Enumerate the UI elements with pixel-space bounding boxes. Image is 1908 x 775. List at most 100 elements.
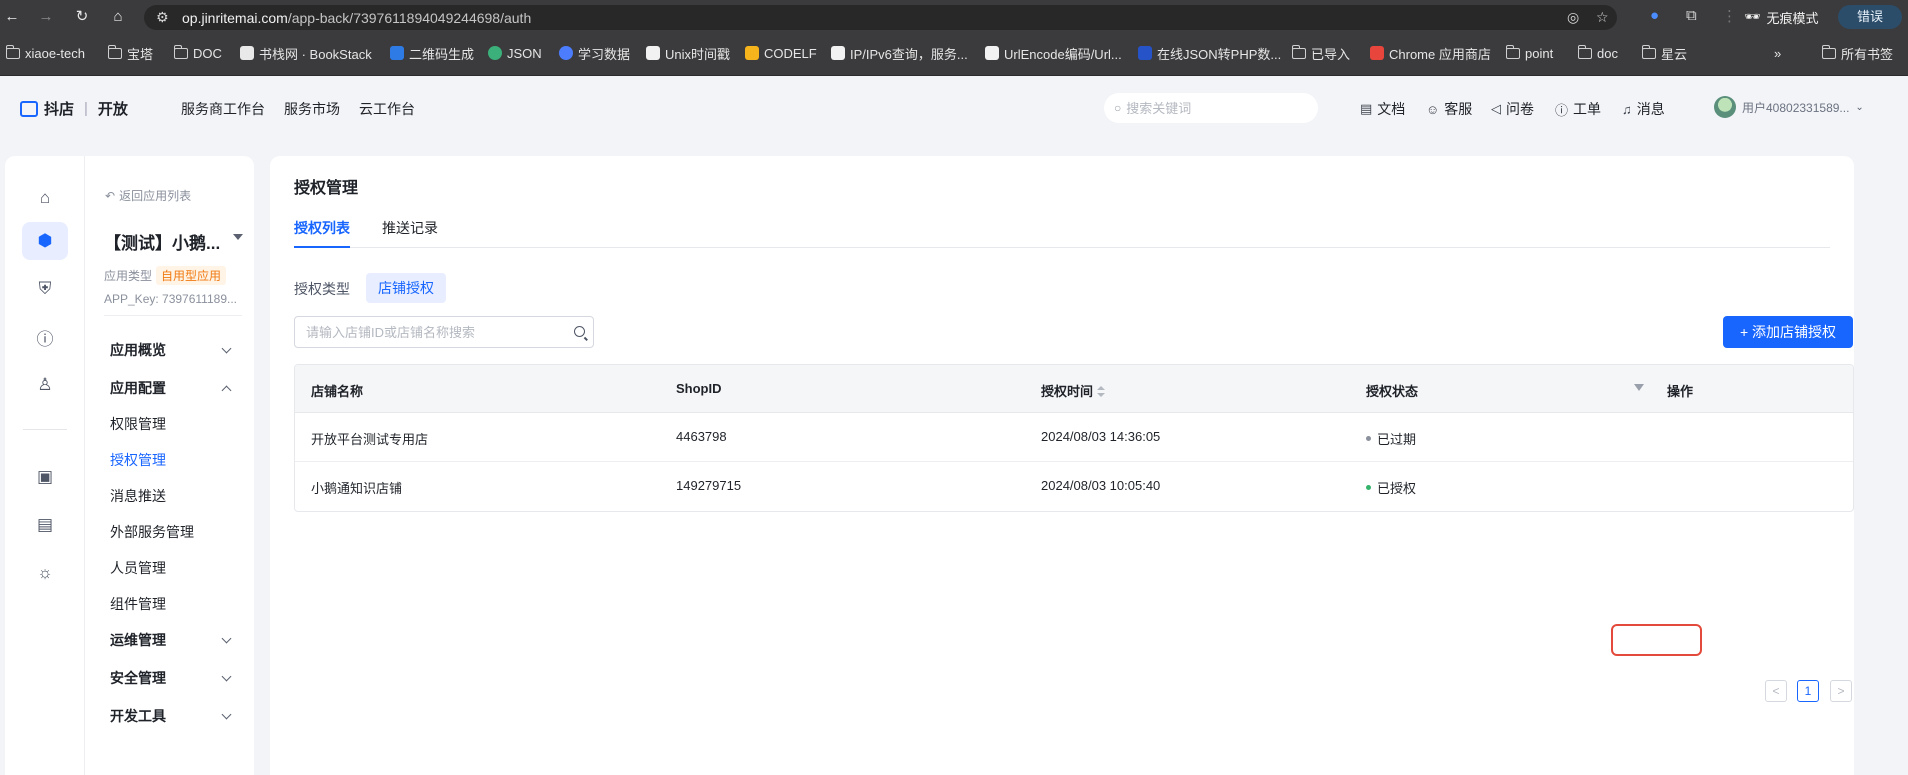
shop-search[interactable]: [294, 316, 594, 348]
bookmark-item[interactable]: UrlEncode编码/Url...: [985, 44, 1122, 62]
folder-icon: [174, 44, 188, 59]
bookmark-item[interactable]: 在线JSON转PHP数...: [1138, 44, 1281, 62]
brand-logo[interactable]: 抖店 | 开放: [20, 98, 128, 119]
eye-off-icon[interactable]: ◎: [1567, 9, 1579, 26]
bookmark-item[interactable]: CODELF: [745, 44, 817, 62]
puzzle-icon[interactable]: ⧉: [1686, 7, 1697, 24]
pagination-next[interactable]: >: [1830, 680, 1852, 702]
return-icon: ↶: [105, 188, 116, 203]
menu-item-personnel[interactable]: 人员管理: [110, 558, 166, 578]
add-shop-auth-button[interactable]: + 添加店铺授权: [1723, 316, 1853, 348]
extension-icon[interactable]: ●: [1650, 7, 1659, 24]
address-bar[interactable]: ⚙ op.jinritemai.com/app-back/73976118940…: [144, 5, 1617, 30]
app-name[interactable]: 【测试】小鹅...: [104, 229, 220, 254]
app-menu: ↶ 返回应用列表 【测试】小鹅... 应用类型 自用型应用 APP_Key: 73…: [85, 156, 254, 775]
back-arrow-icon[interactable]: ←: [2, 7, 22, 27]
browser-toolbar: ← → ↻ ⌂ ⚙ op.jinritemai.com/app-back/739…: [0, 0, 1908, 34]
bookstack-icon: [240, 46, 254, 60]
bookmark-item[interactable]: 书栈网 · BookStack: [240, 44, 372, 62]
doudian-logo-icon: [20, 100, 38, 117]
rail-home-icon[interactable]: ⌂: [22, 179, 68, 217]
sidebar: ⌂ ⬢ ⛨ ⓘ ♙ ▣ ▤ ☼ ↶ 返回应用列表 【测试】小鹅... 应用类型自…: [5, 156, 254, 775]
sort-icon[interactable]: [1097, 386, 1106, 398]
menu-group-devtools[interactable]: 开发工具: [110, 706, 236, 726]
header-link-docs[interactable]: ▤ 文档: [1360, 99, 1405, 119]
ticket-icon: ⓘ: [1555, 102, 1569, 118]
rail-finance-icon[interactable]: ⛨: [22, 270, 68, 308]
user-menu[interactable]: 用户40802331589... ⌄: [1714, 96, 1864, 118]
back-to-app-list[interactable]: ↶ 返回应用列表: [105, 187, 191, 204]
bookmark-item[interactable]: JSON: [488, 44, 542, 62]
bookmark-item[interactable]: 学习数据: [559, 44, 630, 62]
header-link-ticket[interactable]: ⓘ 工单: [1555, 99, 1601, 119]
shop-auth-filter[interactable]: 店铺授权: [366, 273, 446, 303]
menu-group-overview[interactable]: 应用概览: [110, 340, 236, 360]
global-search[interactable]: ○: [1104, 93, 1318, 123]
bookmark-item[interactable]: 星云: [1642, 44, 1687, 62]
tab-auth-list[interactable]: 授权列表: [294, 218, 350, 248]
bookmark-item[interactable]: doc: [1578, 44, 1618, 62]
rail-bulb-icon[interactable]: ☼: [22, 554, 68, 592]
header-link-service[interactable]: ☺ 客服: [1426, 99, 1472, 119]
bookmark-item[interactable]: DOC: [174, 44, 222, 62]
menu-group-security[interactable]: 安全管理: [110, 668, 236, 688]
tab-push-records[interactable]: 推送记录: [382, 218, 438, 248]
search-icon[interactable]: [574, 326, 585, 337]
nav-cloud-workbench[interactable]: 云工作台: [359, 99, 415, 119]
global-search-input[interactable]: [1126, 100, 1297, 116]
tab-bar: 授权列表 推送记录: [294, 206, 1830, 248]
nav-service-market[interactable]: 服务市场: [284, 99, 340, 119]
more-bookmarks-icon[interactable]: »: [1774, 44, 1781, 62]
reload-icon[interactable]: ↻: [72, 7, 92, 27]
error-button[interactable]: 错误: [1838, 5, 1902, 29]
bookmark-item[interactable]: Unix时间戳: [646, 44, 730, 62]
header-link-survey[interactable]: ◁ 问卷: [1491, 99, 1534, 119]
bookmark-item[interactable]: IP/IPv6查询，服务...: [831, 44, 968, 62]
rail-document-icon[interactable]: ▤: [22, 506, 68, 544]
bookmark-item[interactable]: 已导入: [1292, 44, 1350, 62]
rail-info-icon[interactable]: ⓘ: [22, 318, 68, 356]
menu-item-authorization[interactable]: 授权管理: [110, 450, 166, 470]
all-bookmarks[interactable]: 所有书签: [1822, 44, 1893, 62]
bookmarks-bar: xiaoe-tech 宝塔 DOC 书栈网 · BookStack 二维码生成 …: [0, 34, 1908, 76]
caret-down-icon[interactable]: [233, 234, 243, 240]
menu-group-config[interactable]: 应用配置: [110, 378, 236, 398]
rail-user-icon[interactable]: ♙: [22, 366, 68, 404]
pagination-page[interactable]: 1: [1797, 680, 1819, 702]
brand-name: 抖店: [44, 101, 75, 118]
menu-item-permissions[interactable]: 权限管理: [110, 414, 166, 434]
bookmark-item[interactable]: 二维码生成: [390, 44, 474, 62]
menu-item-components[interactable]: 组件管理: [110, 594, 166, 614]
chevron-down-icon: [221, 709, 232, 719]
incognito-indicator[interactable]: 🕶 无痕模式: [1736, 4, 1829, 30]
menu-item-message-push[interactable]: 消息推送: [110, 486, 166, 506]
filter-icon[interactable]: [1634, 384, 1644, 391]
menu-group-ops[interactable]: 运维管理: [110, 630, 236, 650]
status-highlight-box: [1611, 624, 1702, 656]
status-dot: [1366, 485, 1371, 490]
menu-item-external-services[interactable]: 外部服务管理: [110, 522, 194, 542]
chevron-down-icon: [221, 671, 232, 681]
rail-briefcase-icon[interactable]: ▣: [22, 458, 68, 496]
bookmark-item[interactable]: point: [1506, 44, 1553, 62]
shop-search-input[interactable]: [306, 324, 566, 340]
site-settings-icon[interactable]: ⚙: [156, 9, 169, 26]
forward-arrow-icon[interactable]: →: [36, 7, 56, 27]
pagination-prev[interactable]: <: [1765, 680, 1787, 702]
app-type: 应用类型 自用型应用: [104, 266, 227, 285]
incognito-icon: 🕶: [1744, 9, 1761, 24]
codelf-icon: [745, 46, 759, 60]
bookmark-item[interactable]: 宝塔: [108, 44, 153, 62]
home-icon[interactable]: ⌂: [108, 7, 128, 27]
bookmark-item[interactable]: xiaoe-tech: [6, 44, 85, 62]
rail-app-icon[interactable]: ⬢: [22, 222, 68, 260]
star-icon[interactable]: ☆: [1596, 9, 1609, 26]
auth-table: 店铺名称 ShopID 授权时间 授权状态 操作 开放平台测试专用店 44637…: [294, 364, 1854, 512]
url-text: op.jinritemai.com/app-back/7397611894049…: [182, 10, 532, 26]
chrome-store-icon: [1370, 46, 1384, 60]
header-link-messages[interactable]: ♫ 消息: [1622, 99, 1665, 119]
column-auth-time[interactable]: 授权时间: [1041, 381, 1106, 400]
column-actions: 操作: [1667, 384, 1694, 399]
bookmark-item[interactable]: Chrome 应用商店: [1370, 44, 1491, 62]
nav-provider-workbench[interactable]: 服务商工作台: [181, 99, 265, 119]
